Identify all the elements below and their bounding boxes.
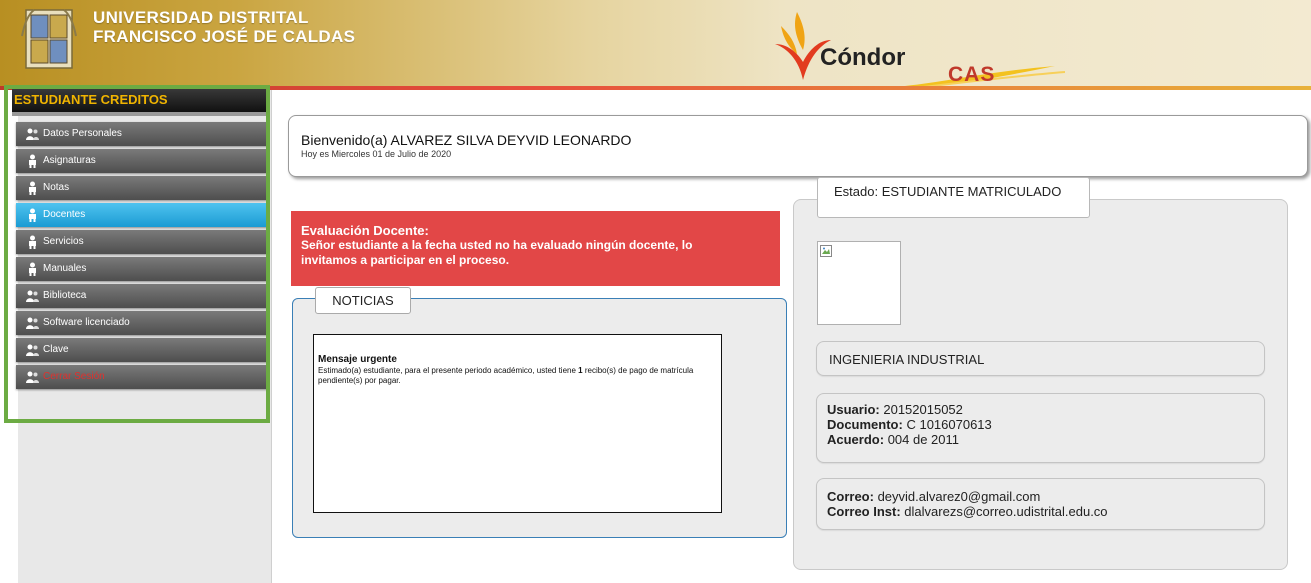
user-value: 20152015052 (883, 402, 963, 417)
email-label: Correo: (827, 489, 874, 504)
alert-title: Evaluación Docente: (301, 223, 429, 238)
document-row: Documento: C 1016070613 (827, 417, 992, 432)
agreement-value: 004 de 2011 (887, 432, 960, 447)
agreement-row: Acuerdo: 004 de 2011 (827, 432, 959, 447)
news-body: Estimado(a) estudiante, para el presente… (318, 366, 714, 386)
inst-email-row: Correo Inst: dlalvarezs@correo.udistrita… (827, 504, 1108, 519)
news-body-text: Estimado(a) estudiante, para el presente… (318, 366, 579, 375)
header: UNIVERSIDAD DISTRITAL FRANCISCO JOSÉ DE … (0, 0, 1311, 90)
welcome-greeting: Bienvenido(a) ALVAREZ SILVA DEYVID LEONA… (301, 132, 632, 148)
current-date: Hoy es Miercoles 01 de Julio de 2020 (301, 149, 452, 159)
inst-email-value: dlalvarezs@correo.udistrital.edu.co (904, 504, 1108, 519)
highlight-frame (4, 85, 270, 423)
broken-image-icon (820, 245, 832, 257)
program-card: INGENIERIA INDUSTRIAL (816, 341, 1265, 376)
evaluation-alert: Evaluación Docente: Señor estudiante a l… (291, 211, 780, 286)
inst-email-label: Correo Inst: (827, 504, 901, 519)
university-crest-icon (21, 9, 77, 69)
welcome-banner: Bienvenido(a) ALVAREZ SILVA DEYVID LEONA… (288, 115, 1308, 177)
program-name: INGENIERIA INDUSTRIAL (829, 352, 985, 367)
email-row: Correo: deyvid.alvarez0@gmail.com (827, 489, 1040, 504)
user-label: Usuario: (827, 402, 880, 417)
university-name-line1: UNIVERSIDAD DISTRITAL (93, 8, 309, 27)
user-card: Usuario: 20152015052 Documento: C 101607… (816, 393, 1265, 463)
app-name: Cóndor (820, 44, 906, 71)
university-name-line2: FRANCISCO JOSÉ DE CALDAS (93, 27, 356, 46)
document-value: C 1016070613 (906, 417, 992, 432)
email-value: deyvid.alvarez0@gmail.com (877, 489, 1041, 504)
contact-card: Correo: deyvid.alvarez0@gmail.com Correo… (816, 478, 1265, 530)
news-tab: NOTICIAS (315, 287, 411, 314)
agreement-label: Acuerdo: (827, 432, 885, 447)
news-title: Mensaje urgente (318, 354, 397, 365)
student-photo (817, 241, 901, 325)
alert-body: Señor estudiante a la fecha usted no ha … (301, 238, 693, 267)
app-suffix: CAS (948, 63, 996, 86)
user-row: Usuario: 20152015052 (827, 402, 963, 417)
document-label: Documento: (827, 417, 903, 432)
student-status: Estado: ESTUDIANTE MATRICULADO (834, 184, 1062, 199)
status-tab: Estado: ESTUDIANTE MATRICULADO (817, 177, 1090, 218)
news-message-box: Mensaje urgente Estimado(a) estudiante, … (313, 334, 722, 513)
